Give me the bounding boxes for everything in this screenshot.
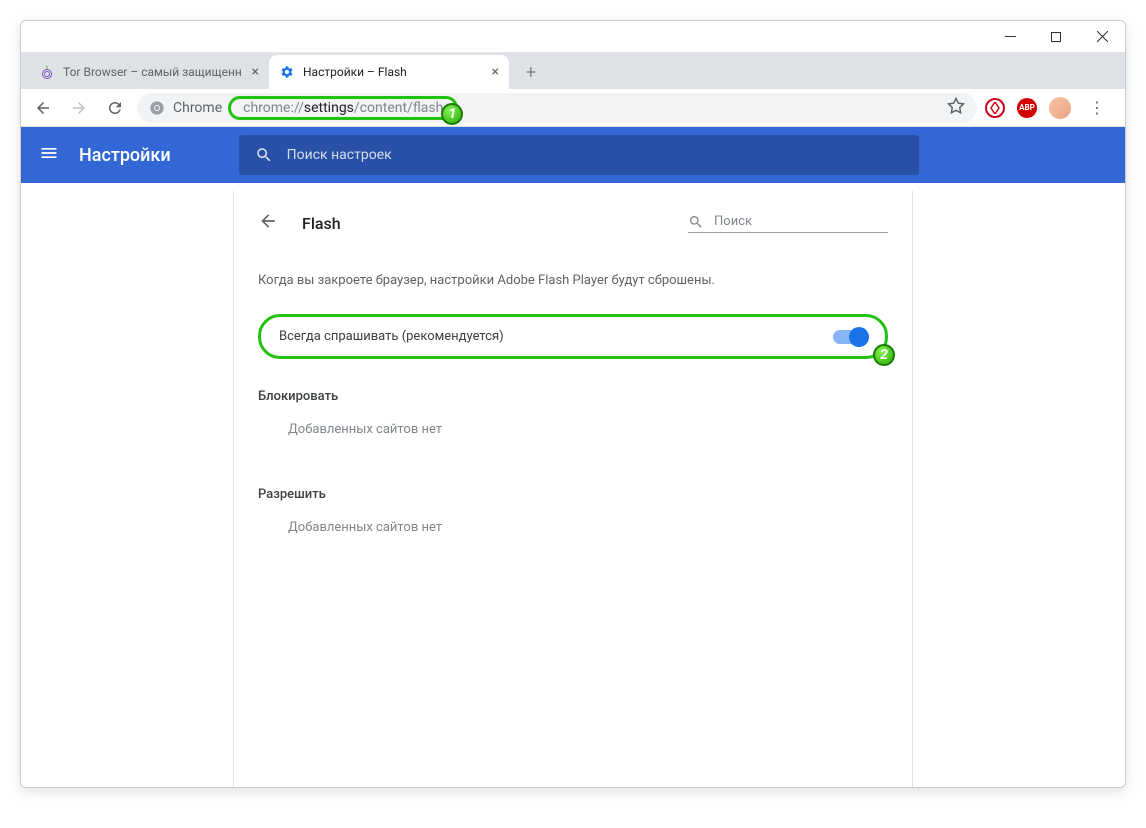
tab-tor-browser[interactable]: Tor Browser – самый защищенн × [29, 55, 269, 89]
address-text: chrome://settings/content/flash [243, 100, 443, 116]
minimize-button[interactable] [987, 21, 1033, 53]
arrow-left-icon [34, 99, 52, 117]
reload-icon [106, 99, 124, 117]
chrome-label: Chrome [173, 100, 222, 116]
panel-header: Flash [234, 211, 912, 259]
window-controls [987, 21, 1125, 53]
bookmark-star-icon[interactable] [947, 97, 965, 119]
tab-title: Настройки – Flash [303, 65, 484, 79]
allow-empty-text: Добавленных сайтов нет [288, 520, 888, 535]
page-content: Настройки Flash Ког [21, 127, 1125, 787]
hamburger-menu-button[interactable] [39, 143, 59, 167]
panel-back-button[interactable] [258, 211, 278, 235]
browser-toolbar: Chrome chrome://settings/content/flash 1… [21, 89, 1125, 127]
panel-content: Когда вы закроете браузер, настройки Ado… [234, 273, 912, 535]
settings-header: Настройки [21, 127, 1125, 183]
browser-window: Tor Browser – самый защищенн × Настройки… [20, 20, 1126, 788]
block-heading: Блокировать [258, 389, 888, 404]
hamburger-icon [39, 143, 59, 163]
settings-panel: Flash Когда вы закроете браузер, настрой… [233, 191, 913, 787]
onion-icon [39, 64, 55, 80]
arrow-right-icon [70, 99, 88, 117]
close-window-button[interactable] [1079, 21, 1125, 53]
settings-heading: Настройки [79, 145, 171, 166]
settings-search-input[interactable] [287, 147, 903, 163]
allow-heading: Разрешить [258, 487, 888, 502]
search-icon [688, 214, 704, 230]
annotation-badge-2: 2 [873, 344, 895, 366]
new-tab-button[interactable]: + [517, 58, 545, 86]
maximize-icon [1051, 32, 1061, 42]
gear-icon [279, 64, 295, 80]
arrow-left-icon [258, 211, 278, 231]
panel-title: Flash [302, 214, 664, 233]
browser-menu-button[interactable]: ⋮ [1083, 98, 1111, 117]
url-highlight-annotation: chrome://settings/content/flash 1 [228, 96, 458, 120]
tab-strip: Tor Browser – самый защищенн × Настройки… [21, 53, 1125, 89]
block-empty-text: Добавленных сайтов нет [288, 422, 888, 437]
toggle-label: Всегда спрашивать (рекомендуется) [279, 329, 504, 344]
flash-reset-info: Когда вы закроете браузер, настройки Ado… [258, 273, 888, 288]
adblock-extension-icon[interactable]: ABP [1017, 98, 1037, 118]
tab-title: Tor Browser – самый защищенн [63, 65, 244, 79]
tab-close-button[interactable]: × [492, 64, 499, 80]
panel-search[interactable] [688, 214, 888, 233]
tab-settings-flash[interactable]: Настройки – Flash × [269, 55, 509, 89]
close-icon [1097, 31, 1108, 42]
settings-search-bar[interactable] [239, 135, 919, 175]
maximize-button[interactable] [1033, 21, 1079, 53]
always-ask-toggle-row[interactable]: Всегда спрашивать (рекомендуется) 2 [258, 314, 888, 359]
tab-close-button[interactable]: × [252, 64, 259, 80]
window-titlebar [21, 21, 1125, 53]
toggle-switch[interactable] [833, 330, 867, 344]
profile-avatar[interactable] [1049, 97, 1071, 119]
omnibox[interactable]: Chrome chrome://settings/content/flash 1 [137, 93, 977, 123]
annotation-badge-1: 1 [441, 103, 463, 125]
search-icon [255, 146, 273, 164]
chrome-logo-icon [149, 100, 165, 116]
forward-button[interactable] [65, 94, 93, 122]
panel-search-input[interactable] [714, 214, 888, 229]
yandex-extension-icon[interactable] [985, 98, 1005, 118]
settings-body: Flash Когда вы закроете браузер, настрой… [21, 183, 1125, 787]
minimize-icon [1005, 36, 1016, 37]
toggle-knob [849, 327, 869, 347]
extension-icons: ABP ⋮ [985, 97, 1117, 119]
reload-button[interactable] [101, 94, 129, 122]
back-button[interactable] [29, 94, 57, 122]
